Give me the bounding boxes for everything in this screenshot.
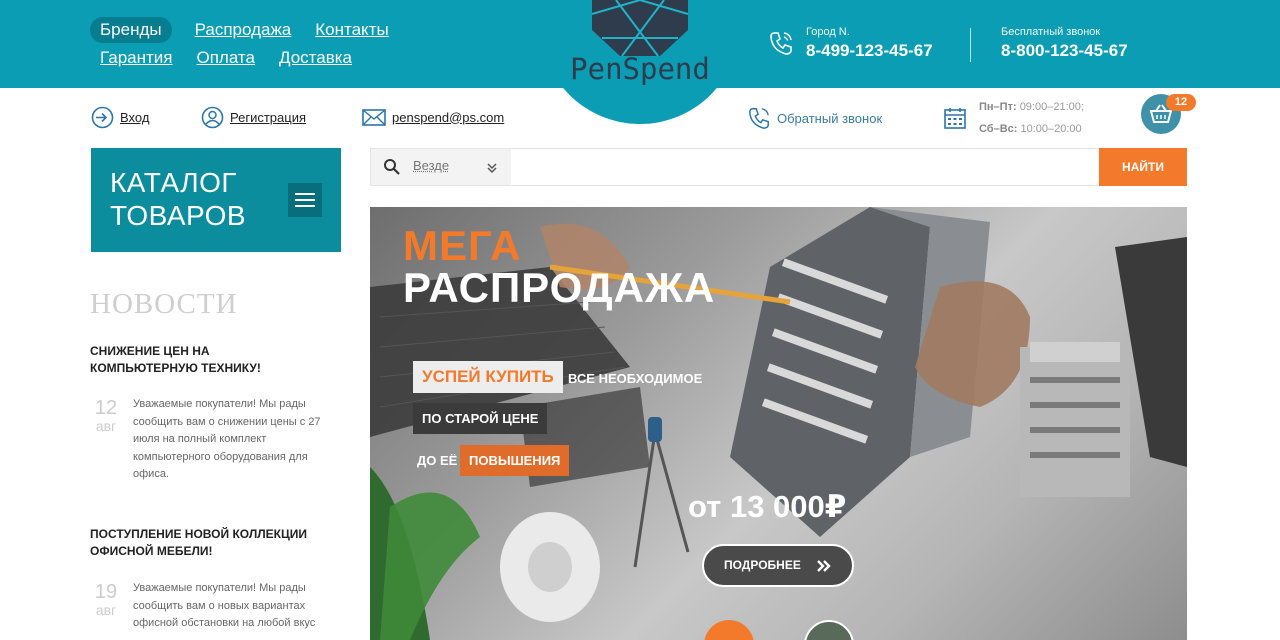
news-heading: НОВОСТИ bbox=[90, 288, 238, 320]
weekend-label: Сб–Вс: bbox=[979, 123, 1018, 135]
search-input[interactable] bbox=[511, 149, 1099, 185]
tag-before: ДО ЕЁ bbox=[417, 453, 458, 468]
catalog-button[interactable]: КАТАЛОГ ТОВАРОВ bbox=[91, 148, 341, 252]
free-phone-block: Бесплатный звонок 8-800-123-45-67 bbox=[1001, 26, 1128, 61]
divider bbox=[970, 28, 971, 62]
news-month: авг bbox=[95, 418, 117, 434]
city-phone[interactable]: 8-499-123-45-67 bbox=[806, 41, 933, 61]
news-date: 19 авг bbox=[91, 582, 121, 618]
weekdays-label: Пн–Пт: bbox=[979, 101, 1017, 113]
menu-icon[interactable] bbox=[288, 183, 322, 217]
banner-price: от 13 000₽ bbox=[688, 489, 847, 524]
search-button[interactable]: НАЙТИ bbox=[1099, 148, 1187, 186]
calendar-icon bbox=[944, 108, 966, 129]
tag-old-price: ПО СТАРОЙ ЦЕНЕ bbox=[413, 403, 548, 434]
weekdays-hours: 09:00–21:00; bbox=[1019, 101, 1084, 113]
login-link[interactable]: Вход bbox=[91, 106, 149, 129]
email-label: penspend@ps.com bbox=[392, 109, 505, 125]
more-button-label: ПОДРОБНЕЕ bbox=[724, 558, 801, 572]
catalog-title: КАТАЛОГ ТОВАРОВ bbox=[110, 166, 246, 232]
news-date: 12 авг bbox=[91, 398, 121, 434]
nav-delivery[interactable]: Доставка bbox=[279, 48, 352, 68]
user-icon bbox=[201, 106, 224, 129]
city-phone-block: Город N. 8-499-123-45-67 bbox=[806, 26, 933, 61]
news-day: 19 bbox=[94, 581, 118, 603]
search-bar: Везде НАЙТИ bbox=[370, 148, 1187, 186]
news-month: авг bbox=[95, 602, 117, 618]
logo-text[interactable]: PenSpend bbox=[540, 52, 740, 86]
news-item-text: Уважаемые покупатели! Мы рады сообщить в… bbox=[133, 398, 321, 480]
nav-sale[interactable]: Распродажа bbox=[195, 20, 292, 40]
weekend-hours: 10:00–20:00 bbox=[1020, 123, 1082, 135]
free-call-label: Бесплатный звонок bbox=[1001, 26, 1101, 38]
login-label: Вход bbox=[120, 110, 150, 125]
search-icon bbox=[384, 159, 400, 175]
register-link[interactable]: Регистрация bbox=[201, 106, 306, 129]
logo-gem-icon[interactable] bbox=[588, 0, 692, 58]
news-item-title[interactable]: СНИЖЕНИЕ ЦЕН НА КОМПЬЮТЕРНУЮ ТЕХНИКУ! bbox=[90, 343, 315, 377]
banner-title-mega: МЕГА bbox=[403, 222, 522, 269]
nav-warranty[interactable]: Гарантия bbox=[100, 48, 173, 68]
free-phone[interactable]: 8-800-123-45-67 bbox=[1001, 41, 1128, 61]
news-day: 12 bbox=[94, 397, 118, 419]
chevron-down-icon bbox=[487, 163, 497, 174]
cart-count-badge: 12 bbox=[1166, 94, 1196, 111]
double-chevron-right-icon bbox=[817, 560, 831, 572]
banner-title-sale: РАСПРОДАЖА bbox=[403, 264, 716, 311]
email-link[interactable]: penspend@ps.com bbox=[362, 106, 504, 128]
register-label: Регистрация bbox=[230, 110, 306, 125]
tag-all: ВСЕ НЕОБХОДИМОЕ bbox=[568, 371, 703, 386]
search-scope-select[interactable]: Везде bbox=[371, 149, 511, 185]
nav-brands[interactable]: Бренды bbox=[90, 17, 172, 43]
callback-link[interactable]: Обратный звонок bbox=[747, 106, 882, 130]
news-item-text: Уважаемые покупатели! Мы рады сообщить в… bbox=[133, 582, 316, 629]
phone-icon bbox=[770, 32, 792, 55]
main-nav: Бренды Распродажа Контакты Гарантия Опла… bbox=[90, 16, 413, 72]
tag-raise: ПОВЫШЕНИЯ bbox=[460, 445, 570, 476]
catalog-title-line1: КАТАЛОГ bbox=[110, 167, 238, 198]
more-button[interactable]: ПОДРОБНЕЕ bbox=[702, 544, 854, 587]
mail-icon bbox=[362, 109, 386, 126]
search-scope-value: Везде bbox=[413, 158, 450, 173]
catalog-title-line2: ТОВАРОВ bbox=[110, 200, 247, 231]
tag-hurry: УСПЕЙ КУПИТЬ bbox=[413, 361, 563, 393]
work-hours: Пн–Пт: 09:00–21:00; Сб–Вс: 10:00–20:00 bbox=[943, 96, 1084, 140]
nav-contacts[interactable]: Контакты bbox=[315, 20, 388, 40]
callback-label: Обратный звонок bbox=[777, 110, 883, 126]
promo-banner[interactable]: МЕГА РАСПРОДАЖА УСПЕЙ КУПИТЬ ВСЕ НЕОБХОД… bbox=[370, 207, 1187, 640]
phone-callback-icon bbox=[749, 108, 769, 129]
news-item-title[interactable]: ПОСТУПЛЕНИЕ НОВОЙ КОЛЛЕКЦИИ ОФИСНОЙ МЕБЕ… bbox=[90, 526, 315, 560]
login-icon bbox=[91, 106, 114, 129]
city-label: Город N. bbox=[806, 26, 850, 38]
nav-payment[interactable]: Оплата bbox=[197, 48, 255, 68]
